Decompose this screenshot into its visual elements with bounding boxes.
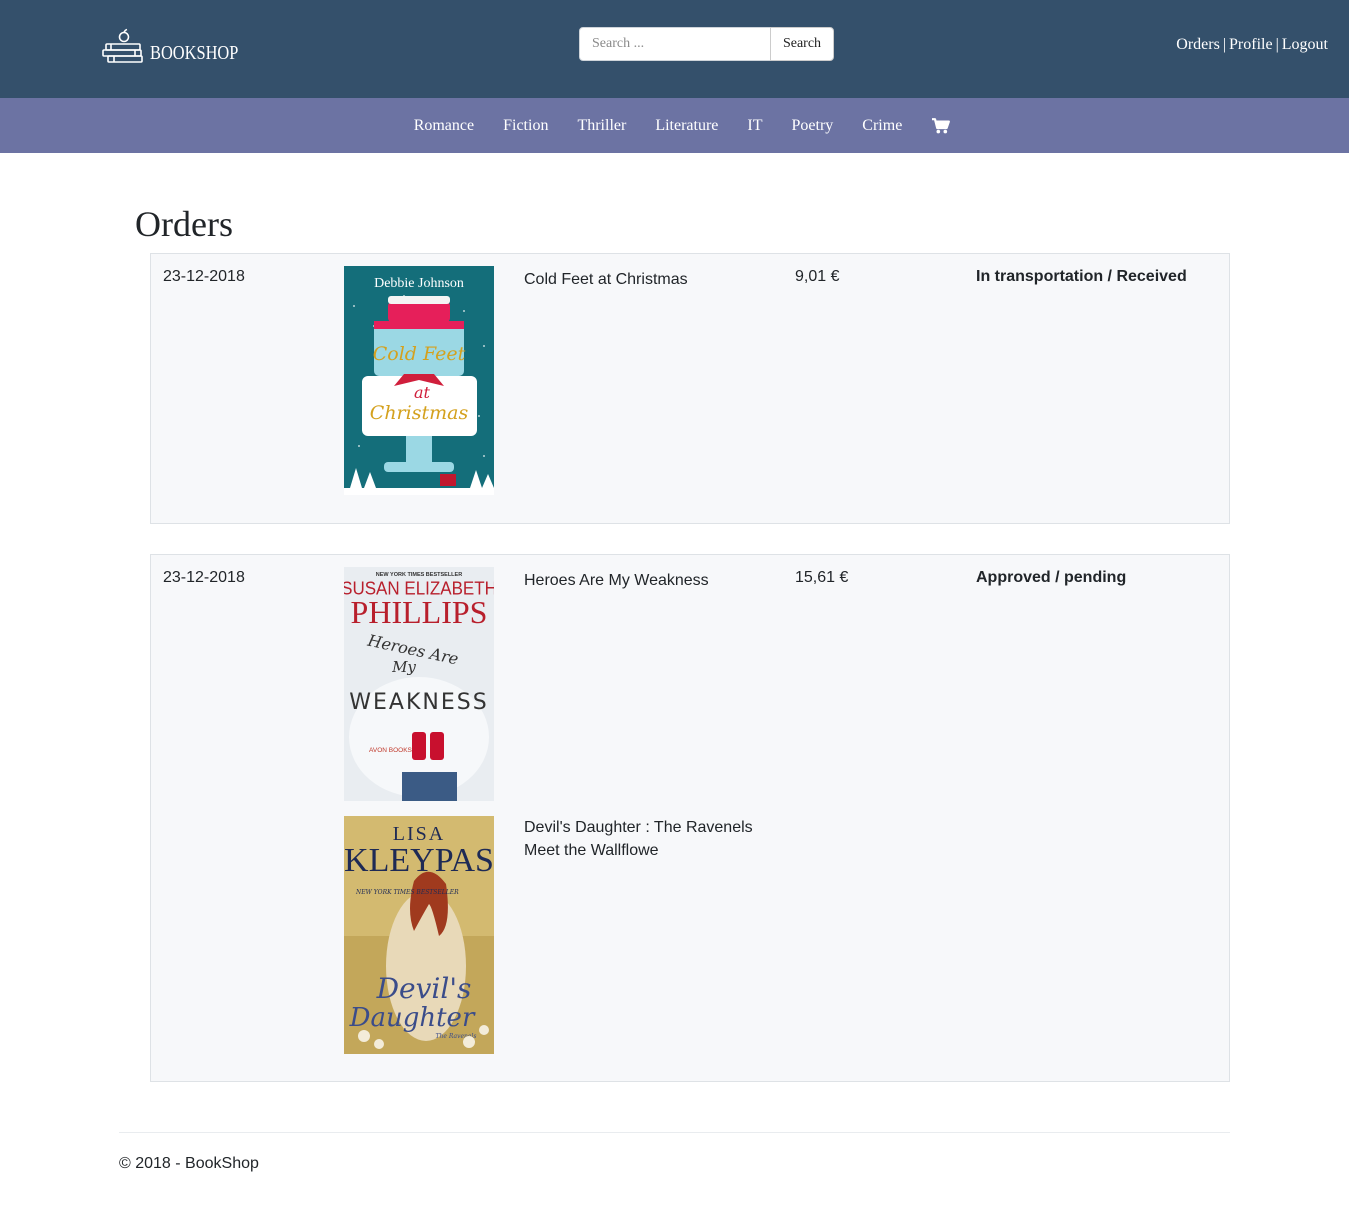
- category-poetry[interactable]: Poetry: [792, 117, 834, 135]
- book-cover-heroes[interactable]: NEW YORK TIMES BESTSELLER SUSAN ELIZABET…: [344, 567, 494, 801]
- cover-title-2: at: [414, 383, 431, 402]
- orders-link[interactable]: Orders: [1176, 36, 1220, 53]
- order-price: 15,61 €: [795, 569, 849, 586]
- cover-tagline: NEW YORK TIMES BESTSELLER: [355, 889, 459, 896]
- order-item-title[interactable]: Cold Feet at Christmas: [524, 268, 764, 291]
- order-item-title[interactable]: Devil's Daughter : The Ravenels Meet the…: [524, 816, 764, 862]
- order-date: 23-12-2018: [163, 268, 245, 285]
- order-price: 9,01 €: [795, 268, 840, 285]
- category-fiction[interactable]: Fiction: [503, 117, 548, 135]
- shopping-cart-icon[interactable]: [931, 117, 950, 134]
- cover-title-1: Devil's: [376, 972, 472, 1005]
- footer-divider: [119, 1132, 1230, 1133]
- footer-copyright: © 2018 - BookShop: [119, 1155, 259, 1172]
- order-card: 23-12-2018 Debbie Johnson Cold Feet at C…: [150, 253, 1230, 524]
- category-nav: Romance Fiction Thriller Literature IT P…: [0, 98, 1349, 153]
- cover-author-2: PHILLIPS: [351, 594, 488, 630]
- search-button[interactable]: Search: [770, 27, 834, 61]
- cover-title-3: Christmas: [370, 402, 469, 424]
- category-list: Romance Fiction Thriller Literature IT P…: [0, 98, 1349, 153]
- order-item-title[interactable]: Heroes Are My Weakness: [524, 569, 764, 592]
- top-header: BOOKSHOP Search Orders|Profile|Logout: [0, 0, 1349, 98]
- category-thriller[interactable]: Thriller: [577, 117, 626, 135]
- cover-author-2: KLEYPAS: [344, 842, 494, 879]
- account-links: Orders | Profile | Logout: [1176, 36, 1328, 54]
- page-title: Orders: [135, 204, 233, 244]
- logout-link[interactable]: Logout: [1282, 36, 1328, 53]
- search-form: Search: [579, 27, 834, 61]
- category-crime[interactable]: Crime: [862, 117, 902, 135]
- category-literature[interactable]: Literature: [655, 117, 718, 135]
- brand-name: BOOKSHOP: [150, 41, 239, 64]
- order-status: In transportation / Received: [976, 268, 1187, 285]
- book-cover-devils-daughter[interactable]: LISA KLEYPAS NEW YORK TIMES BESTSELLER D…: [344, 816, 494, 1054]
- cover-author: Debbie Johnson: [374, 276, 464, 291]
- category-it[interactable]: IT: [747, 117, 762, 135]
- cover-title-3: WEAKNESS: [349, 690, 488, 715]
- link-separator: |: [1222, 36, 1227, 53]
- brand-logo[interactable]: BOOKSHOP: [102, 28, 258, 68]
- cover-title-2: My: [391, 658, 416, 676]
- book-cover-cold-feet[interactable]: Debbie Johnson Cold Feet at Christmas: [344, 266, 494, 495]
- cover-title-1: Cold Feet: [373, 343, 466, 365]
- order-date: 23-12-2018: [163, 569, 245, 586]
- profile-link[interactable]: Profile: [1229, 36, 1273, 53]
- order-card: 23-12-2018 NEW YORK TIMES BESTSELLER SUS…: [150, 554, 1230, 1082]
- link-separator: |: [1275, 36, 1279, 53]
- book-stack-apple-icon: [102, 28, 143, 63]
- cover-title-2: Daughter: [349, 1003, 476, 1033]
- cover-publisher: AVON BOOKS: [369, 747, 413, 754]
- search-input[interactable]: [579, 27, 771, 61]
- category-romance[interactable]: Romance: [414, 117, 474, 135]
- order-status: Approved / pending: [976, 569, 1127, 586]
